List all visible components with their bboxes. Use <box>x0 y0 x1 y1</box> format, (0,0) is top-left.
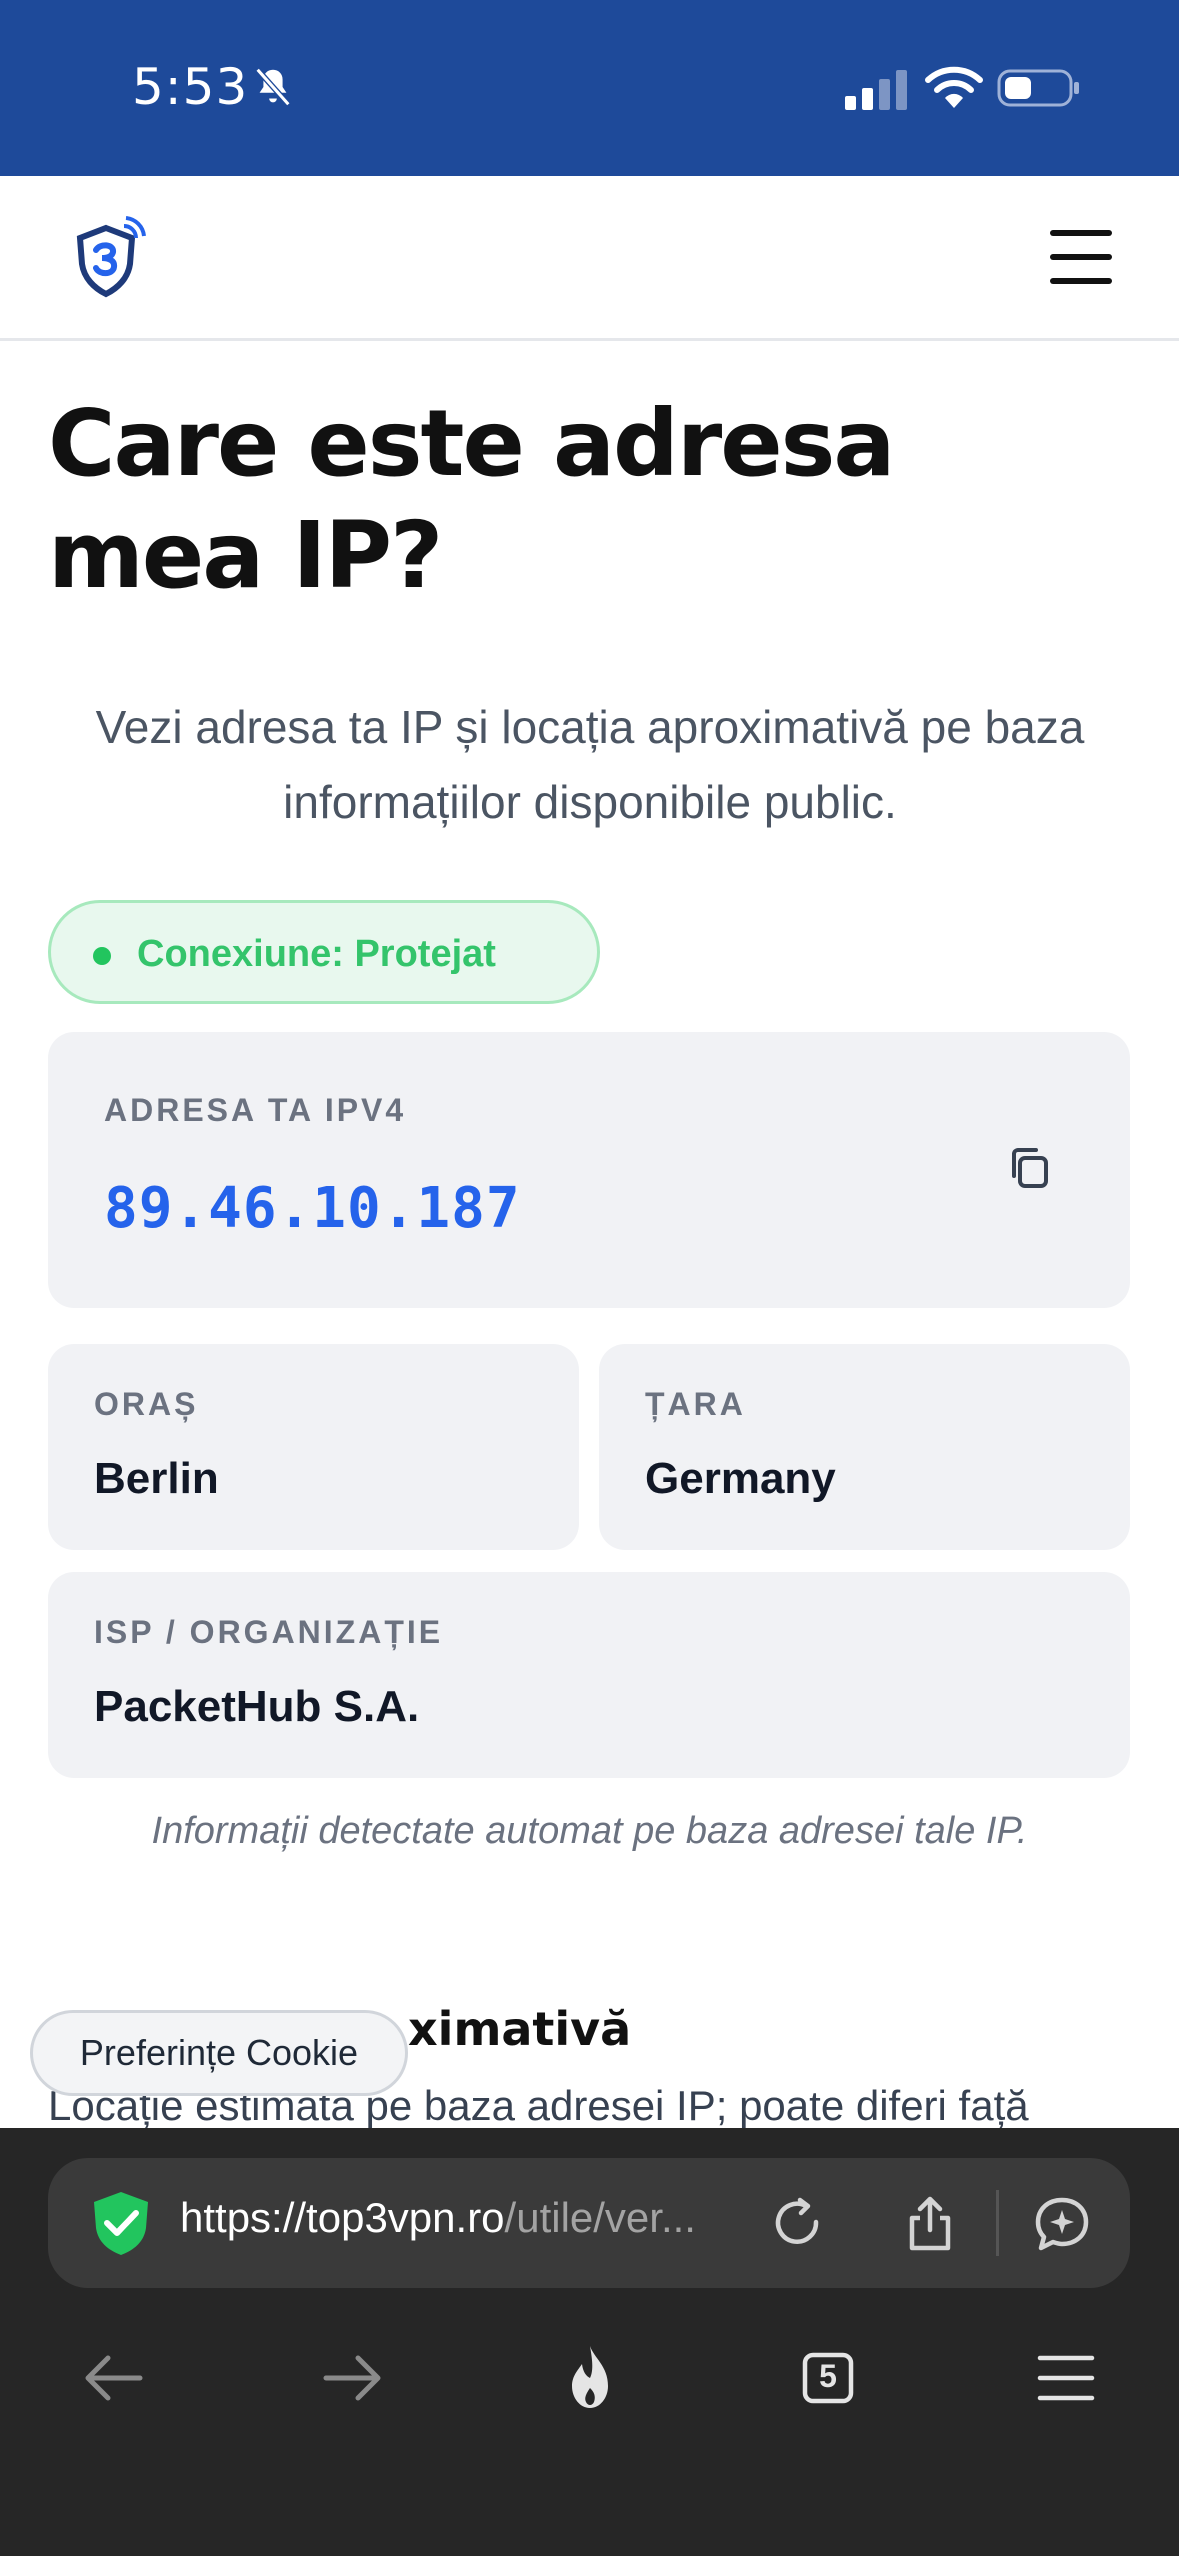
copy-icon <box>1012 1148 1048 1188</box>
battery-icon <box>997 69 1079 107</box>
wifi-icon <box>925 66 983 108</box>
url-text[interactable]: https://top3vpn.ro/utile/ver... <box>180 2194 696 2242</box>
security-shield-icon[interactable] <box>86 2188 156 2258</box>
cookie-preferences-button[interactable]: Preferințe Cookie <box>30 2010 408 2096</box>
browser-menu-icon[interactable] <box>1026 2338 1106 2418</box>
ai-assistant-icon[interactable] <box>1032 2194 1092 2254</box>
bell-muted-icon <box>255 67 291 107</box>
detection-note: Informații detectate automat pe baza adr… <box>151 1810 1028 1852</box>
reload-icon[interactable] <box>768 2194 828 2254</box>
address-bar[interactable]: https://top3vpn.ro/utile/ver... <box>48 2158 1130 2288</box>
share-icon[interactable] <box>900 2194 960 2254</box>
country-label: ȚARA <box>645 1386 746 1422</box>
tab-count: 5 <box>819 2358 837 2394</box>
toolbar-divider <box>996 2190 999 2256</box>
page-title: Care este adresa mea IP? <box>48 390 896 609</box>
fire-icon[interactable] <box>550 2338 630 2418</box>
city-value: Berlin <box>94 1454 219 1503</box>
country-value: Germany <box>645 1454 836 1503</box>
url-host: https://top3vpn.ro <box>180 2194 505 2241</box>
isp-label: ISP / ORGANIZAȚIE <box>94 1614 444 1650</box>
back-arrow-icon[interactable] <box>74 2338 154 2418</box>
top3vpn-logo[interactable] <box>66 216 148 298</box>
city-label: ORAȘ <box>94 1386 199 1422</box>
status-dot <box>93 947 111 965</box>
section-heading: ximativă <box>408 2002 632 2056</box>
status-time: 5:53 <box>132 58 249 116</box>
ip-address-value: 89.46.10.187 <box>104 1176 521 1241</box>
isp-card: ISP / ORGANIZAȚIE PacketHub S.A. <box>48 1572 1130 1778</box>
url-path: /utile/ver... <box>504 2194 696 2241</box>
country-card: ȚARA Germany <box>599 1344 1130 1550</box>
ip-address-card: ADRESA TA IPV4 89.46.10.187 <box>48 1032 1130 1308</box>
city-card: ORAȘ Berlin <box>48 1344 579 1550</box>
browser-toolbar: https://top3vpn.ro/utile/ver... 5 <box>0 2128 1179 2556</box>
page-subtitle: Vezi adresa ta IP și locația aproximativ… <box>95 701 1085 828</box>
forward-arrow-icon[interactable] <box>312 2338 392 2418</box>
connection-status-badge: Conexiune: Protejat <box>48 900 600 1004</box>
status-bar: 5:53 <box>0 0 1179 176</box>
site-header <box>0 176 1179 341</box>
cellular-signal-icon <box>845 70 907 110</box>
connection-status-text: Conexiune: Protejat <box>137 933 496 975</box>
tabs-button[interactable]: 5 <box>788 2338 868 2418</box>
hamburger-menu-icon[interactable] <box>1050 230 1112 284</box>
copy-ip-button[interactable] <box>988 1124 1074 1210</box>
isp-value: PacketHub S.A. <box>94 1682 420 1731</box>
ip-label: ADRESA TA IPV4 <box>104 1092 407 1128</box>
